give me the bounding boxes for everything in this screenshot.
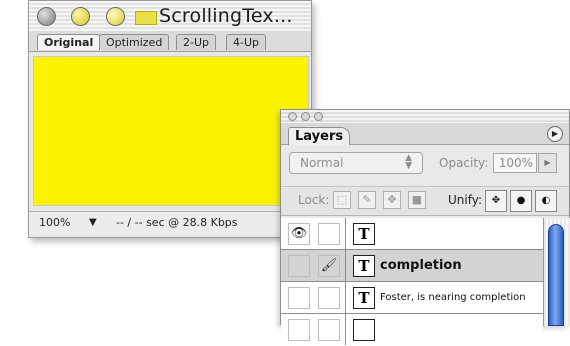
link-toggle[interactable] xyxy=(318,223,340,245)
tab-4-up[interactable]: 4-Up xyxy=(226,34,267,50)
window-titlebar[interactable]: ScrollingTex... xyxy=(29,1,311,32)
column-divider xyxy=(345,314,346,345)
close-button[interactable] xyxy=(37,7,56,26)
tab-layers[interactable]: Layers xyxy=(288,127,350,145)
scroll-thumb[interactable] xyxy=(548,224,564,326)
blend-mode-select[interactable]: Normal ▲ ▼ xyxy=(289,152,423,174)
visibility-toggle[interactable] xyxy=(288,255,310,277)
zoom-button[interactable] xyxy=(106,7,125,26)
palette-close-button[interactable] xyxy=(288,112,297,121)
blend-mode-value: Normal xyxy=(300,156,344,170)
palette-tab-bar: Layers ▶ xyxy=(281,123,569,145)
column-divider xyxy=(345,218,346,249)
layer-row-selected[interactable]: 🖌 T completion xyxy=(281,250,543,282)
opacity-label: Opacity: xyxy=(439,156,489,170)
layer-list: 👁 T 🖌 T completion T Foster, is nearing … xyxy=(281,218,543,346)
image-canvas[interactable] xyxy=(33,56,309,206)
palette-zoom-button[interactable] xyxy=(314,112,323,121)
opacity-field[interactable]: 100% xyxy=(493,153,537,173)
tab-optimized[interactable]: Optimized xyxy=(99,34,170,50)
visibility-toggle[interactable] xyxy=(288,287,310,309)
brush-icon[interactable]: 🖌 xyxy=(318,255,340,277)
visibility-toggle[interactable] xyxy=(288,319,310,341)
palette-menu-icon[interactable]: ▶ xyxy=(547,126,563,142)
unify-style-icon[interactable]: ◐ xyxy=(535,190,557,212)
unify-label: Unify: xyxy=(448,193,483,207)
text-layer-icon: T xyxy=(353,255,375,277)
lock-label: Lock: xyxy=(298,193,330,207)
layer-row[interactable] xyxy=(281,314,543,346)
zoom-menu-arrow-icon[interactable]: ▼ xyxy=(89,212,97,234)
column-divider xyxy=(345,250,346,281)
column-divider xyxy=(345,282,346,313)
lock-all-icon[interactable]: ■ xyxy=(408,191,426,209)
text-layer-icon xyxy=(353,319,375,341)
lock-transparency-icon[interactable]: ⬚ xyxy=(333,191,351,209)
palette-minimize-button[interactable] xyxy=(301,112,310,121)
layer-row[interactable]: 👁 T xyxy=(281,218,543,250)
layer-name[interactable]: Foster, is nearing completion xyxy=(380,292,526,303)
eye-icon[interactable]: 👁 xyxy=(288,223,310,245)
unify-position-icon[interactable]: ✥ xyxy=(485,190,507,212)
zoom-level: 100% xyxy=(39,216,71,229)
image-window: ScrollingTex... Original Optimized 2-Up … xyxy=(28,0,312,238)
link-toggle[interactable] xyxy=(318,287,340,309)
view-tabs: Original Optimized 2-Up 4-Up xyxy=(29,31,311,52)
layers-palette: Layers ▶ Normal ▲ ▼ Opacity: 100% ▶ Lock:… xyxy=(280,109,570,346)
link-toggle[interactable] xyxy=(318,319,340,341)
minimize-button[interactable] xyxy=(71,7,90,26)
stepper-icon: ▲ ▼ xyxy=(405,153,412,171)
layer-row[interactable]: T Foster, is nearing completion xyxy=(281,282,543,314)
layer-name[interactable]: completion xyxy=(380,258,462,273)
lock-paint-icon[interactable]: ✎ xyxy=(358,191,376,209)
text-layer-icon: T xyxy=(353,287,375,309)
tab-original[interactable]: Original xyxy=(37,34,101,50)
text-layer-icon: T xyxy=(353,223,375,245)
opacity-slider-arrow-icon[interactable]: ▶ xyxy=(538,153,557,173)
lock-row: Lock: ⬚ ✎ ✥ ■ Unify: ✥ ● ◐ xyxy=(281,186,569,216)
window-title: ScrollingTex... xyxy=(159,5,293,27)
document-icon xyxy=(135,11,157,25)
status-bar: 100% ▼ -- / -- sec @ 28.8 Kbps ▼ xyxy=(29,211,311,234)
unify-visibility-icon[interactable]: ● xyxy=(510,190,532,212)
layers-scrollbar[interactable] xyxy=(543,218,570,326)
palette-titlebar[interactable] xyxy=(281,110,569,123)
download-time-info: -- / -- sec @ 28.8 Kbps xyxy=(116,216,238,229)
lock-position-icon[interactable]: ✥ xyxy=(383,191,401,209)
tab-2-up[interactable]: 2-Up xyxy=(176,34,217,50)
